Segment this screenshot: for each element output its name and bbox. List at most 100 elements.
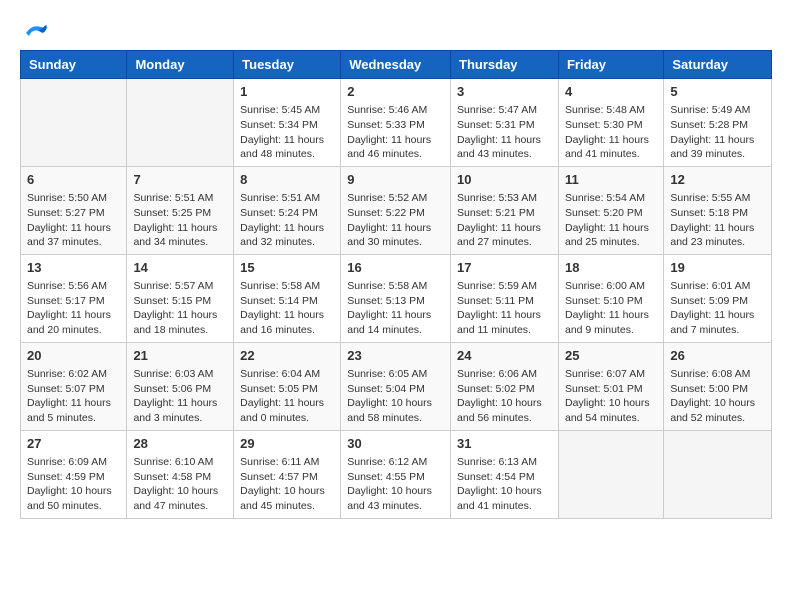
day-number: 13 xyxy=(27,259,120,277)
calendar-cell: 8Sunrise: 5:51 AMSunset: 5:24 PMDaylight… xyxy=(234,166,341,254)
cell-info: Sunset: 5:07 PM xyxy=(27,382,120,397)
calendar-cell: 7Sunrise: 5:51 AMSunset: 5:25 PMDaylight… xyxy=(127,166,234,254)
cell-info: Daylight: 10 hours and 41 minutes. xyxy=(457,484,552,513)
cell-info: Sunset: 5:04 PM xyxy=(347,382,444,397)
calendar-cell: 19Sunrise: 6:01 AMSunset: 5:09 PMDayligh… xyxy=(664,254,772,342)
calendar-cell xyxy=(21,79,127,167)
day-number: 8 xyxy=(240,171,334,189)
cell-info: Sunrise: 6:02 AM xyxy=(27,367,120,382)
calendar-cell: 31Sunrise: 6:13 AMSunset: 4:54 PMDayligh… xyxy=(451,430,559,518)
cell-info: Daylight: 11 hours and 16 minutes. xyxy=(240,308,334,337)
cell-info: Sunrise: 6:11 AM xyxy=(240,455,334,470)
cell-info: Sunrise: 5:49 AM xyxy=(670,103,765,118)
cell-info: Daylight: 11 hours and 39 minutes. xyxy=(670,133,765,162)
cell-info: Daylight: 11 hours and 18 minutes. xyxy=(133,308,227,337)
cell-info: Sunrise: 5:51 AM xyxy=(133,191,227,206)
cell-info: Daylight: 11 hours and 32 minutes. xyxy=(240,221,334,250)
header-day-tuesday: Tuesday xyxy=(234,51,341,79)
cell-info: Sunrise: 6:12 AM xyxy=(347,455,444,470)
cell-info: Sunrise: 5:58 AM xyxy=(240,279,334,294)
day-number: 16 xyxy=(347,259,444,277)
calendar-cell: 17Sunrise: 5:59 AMSunset: 5:11 PMDayligh… xyxy=(451,254,559,342)
cell-info: Daylight: 10 hours and 52 minutes. xyxy=(670,396,765,425)
cell-info: Sunrise: 5:50 AM xyxy=(27,191,120,206)
header-day-sunday: Sunday xyxy=(21,51,127,79)
day-number: 15 xyxy=(240,259,334,277)
calendar-cell: 5Sunrise: 5:49 AMSunset: 5:28 PMDaylight… xyxy=(664,79,772,167)
cell-info: Sunset: 5:14 PM xyxy=(240,294,334,309)
calendar-cell: 21Sunrise: 6:03 AMSunset: 5:06 PMDayligh… xyxy=(127,342,234,430)
calendar-week-row: 27Sunrise: 6:09 AMSunset: 4:59 PMDayligh… xyxy=(21,430,772,518)
day-number: 26 xyxy=(670,347,765,365)
calendar-table: SundayMondayTuesdayWednesdayThursdayFrid… xyxy=(20,50,772,519)
cell-info: Sunrise: 6:04 AM xyxy=(240,367,334,382)
cell-info: Daylight: 11 hours and 25 minutes. xyxy=(565,221,657,250)
calendar-cell xyxy=(127,79,234,167)
calendar-cell: 6Sunrise: 5:50 AMSunset: 5:27 PMDaylight… xyxy=(21,166,127,254)
calendar-cell: 11Sunrise: 5:54 AMSunset: 5:20 PMDayligh… xyxy=(558,166,663,254)
cell-info: Sunset: 5:34 PM xyxy=(240,118,334,133)
cell-info: Daylight: 11 hours and 46 minutes. xyxy=(347,133,444,162)
cell-info: Daylight: 11 hours and 14 minutes. xyxy=(347,308,444,337)
day-number: 20 xyxy=(27,347,120,365)
cell-info: Sunset: 5:06 PM xyxy=(133,382,227,397)
day-number: 31 xyxy=(457,435,552,453)
calendar-cell xyxy=(558,430,663,518)
calendar-cell: 23Sunrise: 6:05 AMSunset: 5:04 PMDayligh… xyxy=(341,342,451,430)
cell-info: Sunset: 5:24 PM xyxy=(240,206,334,221)
calendar-cell xyxy=(664,430,772,518)
logo xyxy=(20,20,50,40)
page-header xyxy=(20,20,772,40)
day-number: 12 xyxy=(670,171,765,189)
day-number: 11 xyxy=(565,171,657,189)
header-day-friday: Friday xyxy=(558,51,663,79)
calendar-cell: 4Sunrise: 5:48 AMSunset: 5:30 PMDaylight… xyxy=(558,79,663,167)
cell-info: Sunrise: 5:55 AM xyxy=(670,191,765,206)
cell-info: Sunrise: 6:08 AM xyxy=(670,367,765,382)
cell-info: Daylight: 11 hours and 0 minutes. xyxy=(240,396,334,425)
cell-info: Sunrise: 5:47 AM xyxy=(457,103,552,118)
cell-info: Sunrise: 6:13 AM xyxy=(457,455,552,470)
cell-info: Sunset: 5:11 PM xyxy=(457,294,552,309)
day-number: 5 xyxy=(670,83,765,101)
cell-info: Sunset: 5:09 PM xyxy=(670,294,765,309)
cell-info: Sunset: 5:30 PM xyxy=(565,118,657,133)
cell-info: Daylight: 10 hours and 54 minutes. xyxy=(565,396,657,425)
day-number: 6 xyxy=(27,171,120,189)
cell-info: Daylight: 11 hours and 34 minutes. xyxy=(133,221,227,250)
day-number: 9 xyxy=(347,171,444,189)
calendar-cell: 30Sunrise: 6:12 AMSunset: 4:55 PMDayligh… xyxy=(341,430,451,518)
calendar-cell: 22Sunrise: 6:04 AMSunset: 5:05 PMDayligh… xyxy=(234,342,341,430)
calendar-week-row: 1Sunrise: 5:45 AMSunset: 5:34 PMDaylight… xyxy=(21,79,772,167)
day-number: 23 xyxy=(347,347,444,365)
cell-info: Sunset: 5:31 PM xyxy=(457,118,552,133)
cell-info: Sunrise: 5:57 AM xyxy=(133,279,227,294)
cell-info: Sunrise: 6:07 AM xyxy=(565,367,657,382)
calendar-week-row: 13Sunrise: 5:56 AMSunset: 5:17 PMDayligh… xyxy=(21,254,772,342)
cell-info: Daylight: 11 hours and 37 minutes. xyxy=(27,221,120,250)
calendar-cell: 9Sunrise: 5:52 AMSunset: 5:22 PMDaylight… xyxy=(341,166,451,254)
calendar-cell: 20Sunrise: 6:02 AMSunset: 5:07 PMDayligh… xyxy=(21,342,127,430)
cell-info: Daylight: 11 hours and 11 minutes. xyxy=(457,308,552,337)
cell-info: Sunrise: 5:48 AM xyxy=(565,103,657,118)
cell-info: Sunrise: 6:10 AM xyxy=(133,455,227,470)
cell-info: Sunset: 5:15 PM xyxy=(133,294,227,309)
cell-info: Daylight: 10 hours and 50 minutes. xyxy=(27,484,120,513)
cell-info: Sunset: 4:57 PM xyxy=(240,470,334,485)
cell-info: Daylight: 11 hours and 7 minutes. xyxy=(670,308,765,337)
calendar-cell: 26Sunrise: 6:08 AMSunset: 5:00 PMDayligh… xyxy=(664,342,772,430)
cell-info: Sunrise: 5:45 AM xyxy=(240,103,334,118)
cell-info: Sunset: 4:55 PM xyxy=(347,470,444,485)
cell-info: Daylight: 11 hours and 23 minutes. xyxy=(670,221,765,250)
cell-info: Sunrise: 5:59 AM xyxy=(457,279,552,294)
cell-info: Daylight: 11 hours and 3 minutes. xyxy=(133,396,227,425)
cell-info: Sunset: 5:21 PM xyxy=(457,206,552,221)
cell-info: Sunset: 5:22 PM xyxy=(347,206,444,221)
day-number: 3 xyxy=(457,83,552,101)
calendar-cell: 3Sunrise: 5:47 AMSunset: 5:31 PMDaylight… xyxy=(451,79,559,167)
day-number: 27 xyxy=(27,435,120,453)
calendar-cell: 29Sunrise: 6:11 AMSunset: 4:57 PMDayligh… xyxy=(234,430,341,518)
cell-info: Sunset: 5:10 PM xyxy=(565,294,657,309)
cell-info: Sunset: 5:01 PM xyxy=(565,382,657,397)
cell-info: Sunset: 4:58 PM xyxy=(133,470,227,485)
